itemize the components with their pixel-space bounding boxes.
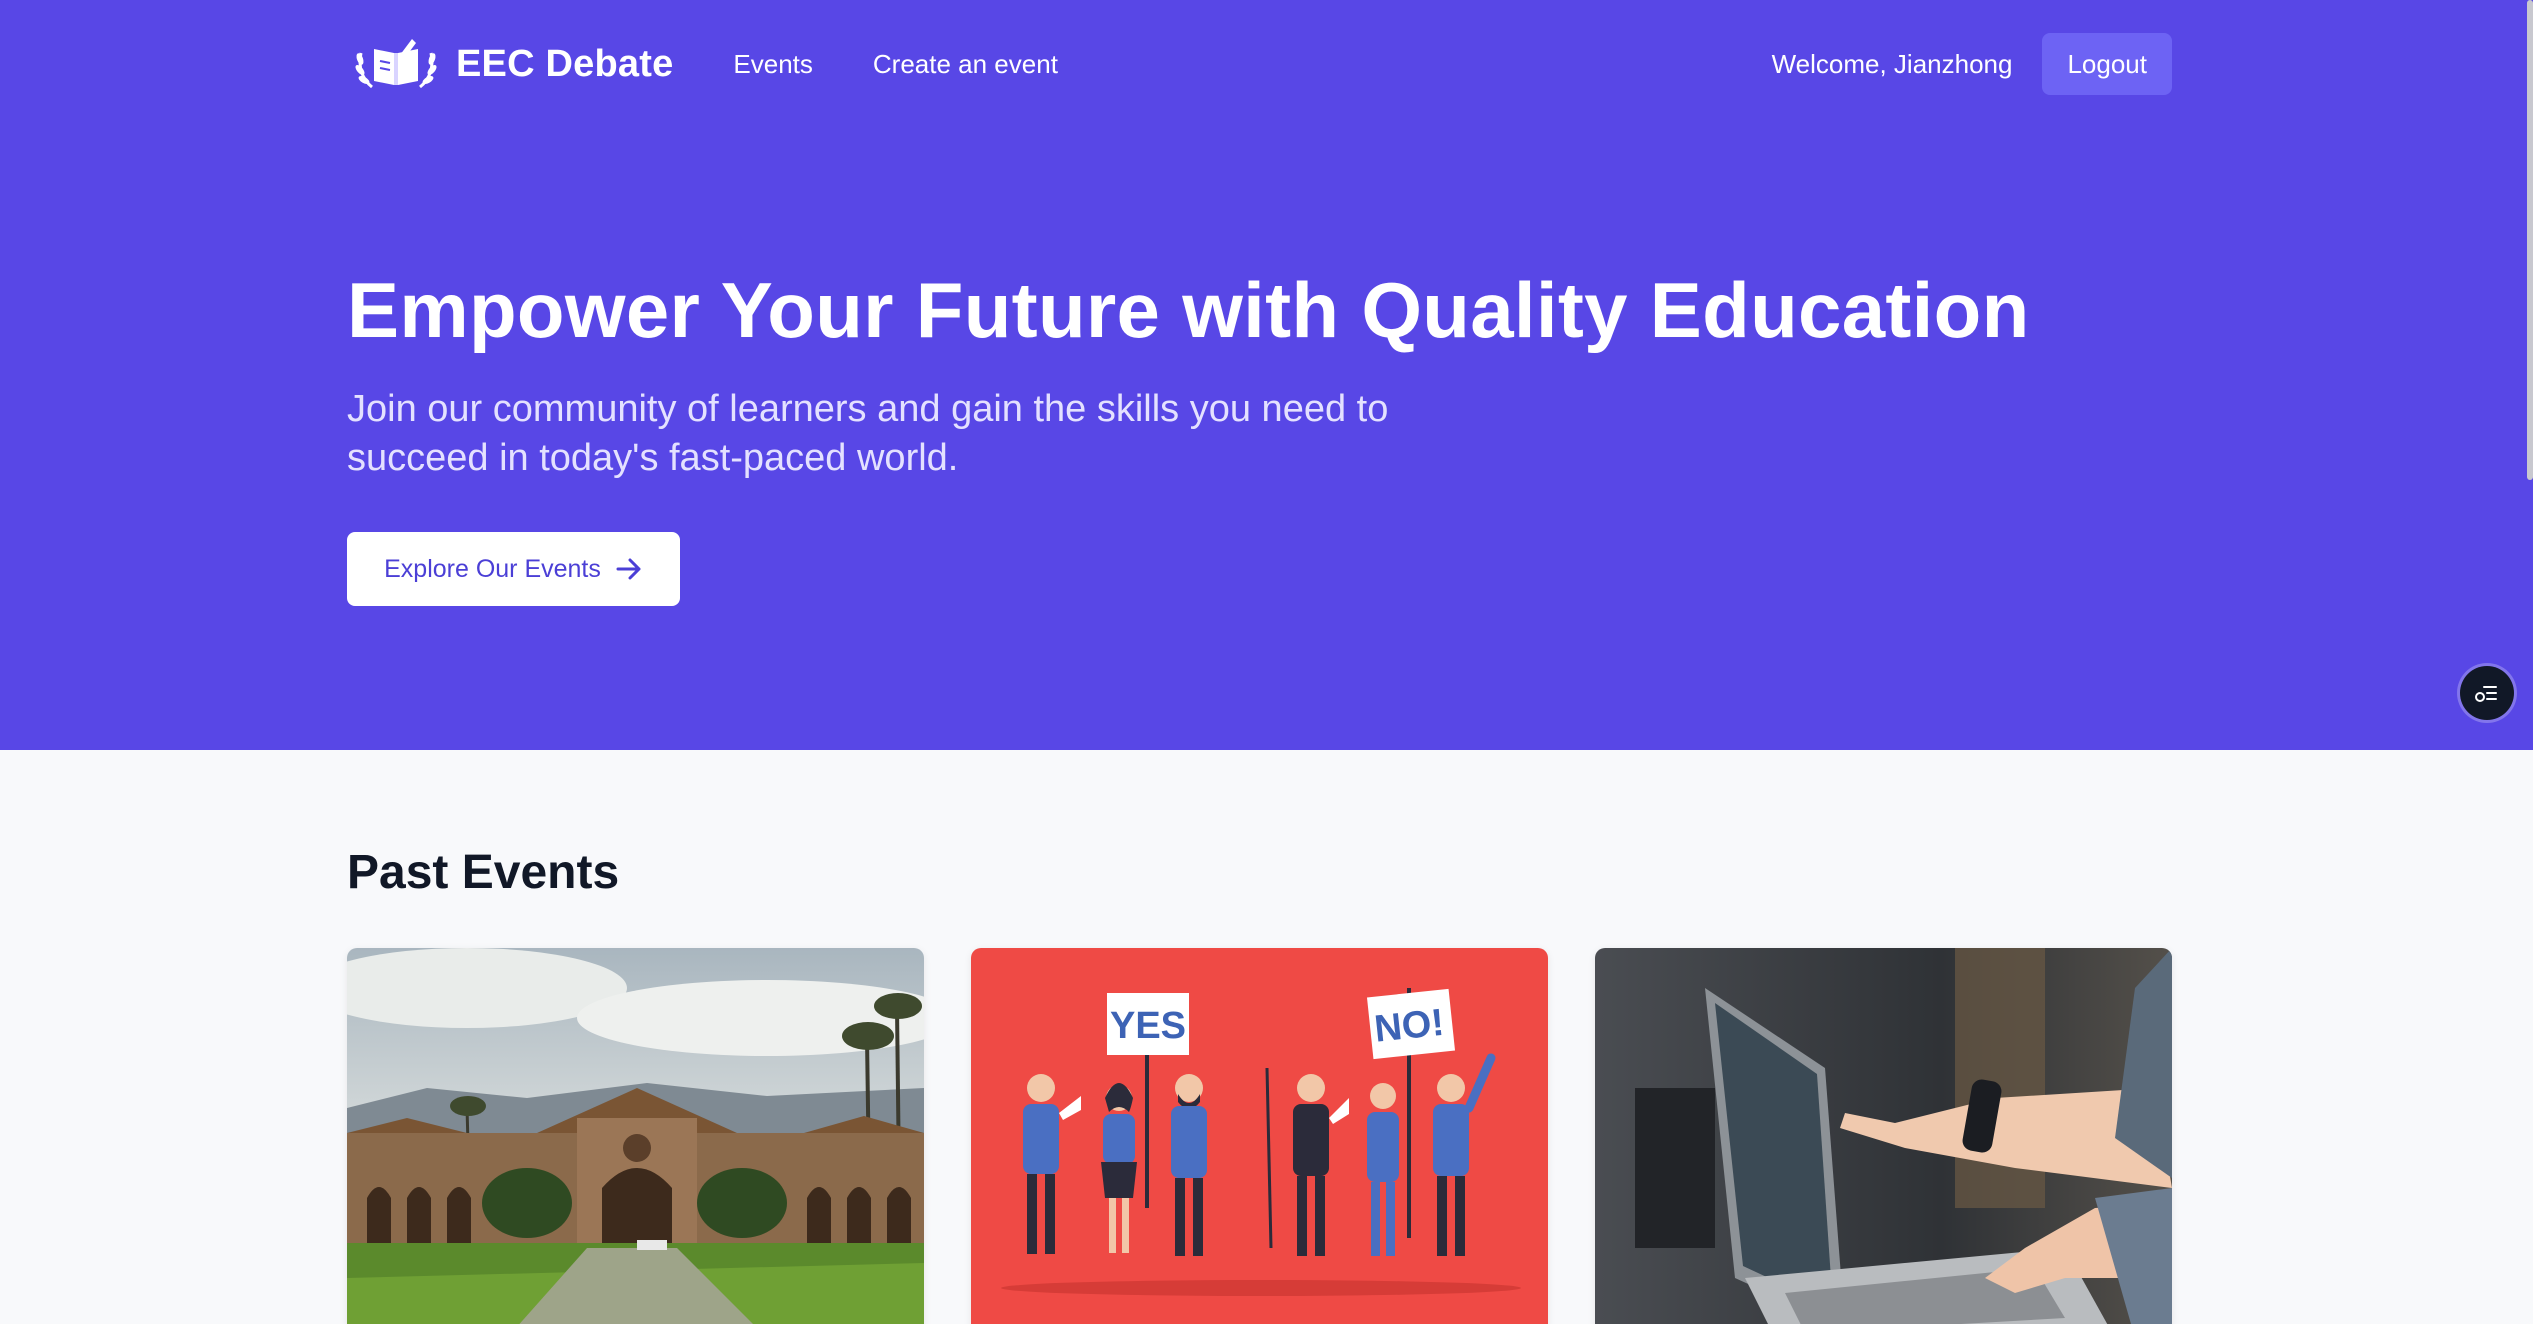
page: EEC Debate Events Create an event Welcom…	[0, 0, 2533, 1324]
welcome-text: Welcome, Jianzhong	[1771, 48, 2013, 79]
menu-icon	[2475, 686, 2497, 702]
scrollbar[interactable]	[2527, 0, 2533, 480]
past-events-title: Past Events	[347, 846, 620, 899]
logout-button[interactable]: Logout	[2042, 33, 2172, 95]
sign-no: NO!	[1372, 1002, 1446, 1051]
brand-logo-icon	[355, 39, 437, 89]
top-nav: EEC Debate Events Create an event Welcom…	[354, 30, 2172, 98]
laptop-photo	[1595, 948, 2172, 1324]
explore-events-label: Explore Our Events	[384, 554, 601, 583]
floating-menu-button[interactable]	[2460, 666, 2514, 720]
hero-subtitle: Join our community of learners and gain …	[347, 388, 1389, 479]
campus-photo	[347, 948, 924, 1324]
brand[interactable]: EEC Debate	[354, 30, 673, 98]
event-card-campus[interactable]	[347, 948, 924, 1324]
hero-section: EEC Debate Events Create an event Welcom…	[0, 0, 2533, 750]
debate-illustration: YES NO!	[971, 948, 1548, 1324]
nav-link-events[interactable]: Events	[733, 49, 813, 80]
event-card-debate[interactable]: YES NO!	[971, 948, 1548, 1324]
event-card-laptop[interactable]	[1595, 948, 2172, 1324]
arrow-right-icon	[616, 558, 641, 580]
brand-name: EEC Debate	[456, 42, 674, 85]
past-events-grid: YES NO!	[347, 948, 2172, 1324]
nav-link-create-event[interactable]: Create an event	[873, 49, 1058, 80]
explore-events-button[interactable]: Explore Our Events	[347, 532, 680, 606]
hero-title: Empower Your Future with Quality Educati…	[347, 266, 2030, 354]
sign-yes: YES	[1110, 1005, 1186, 1047]
